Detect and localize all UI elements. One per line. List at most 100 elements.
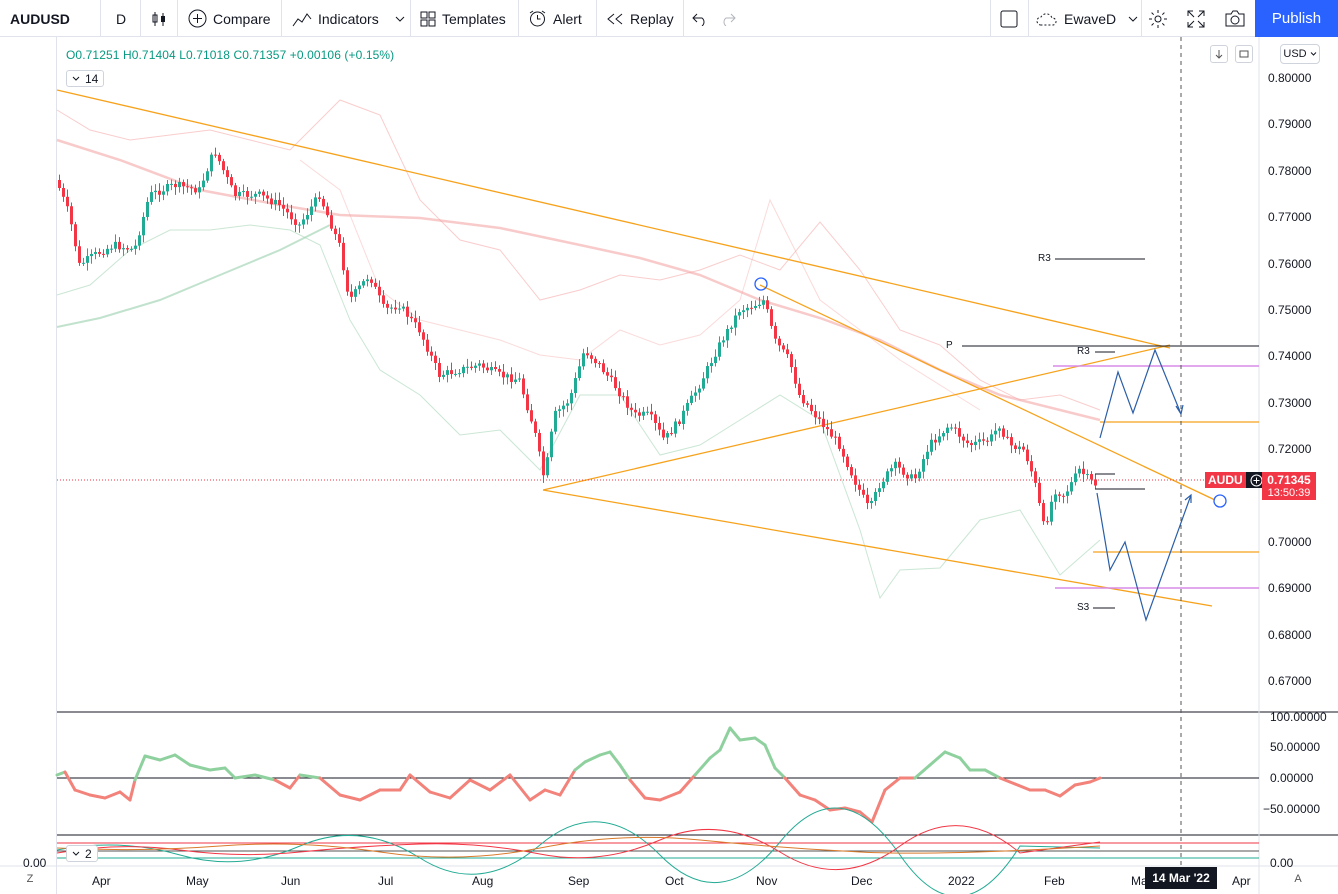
refresh-icon [1239,50,1249,58]
candle-body [446,370,449,375]
pivot-marker-target [1213,494,1227,508]
price-tick: 0.78000 [1268,163,1312,178]
candle-body [226,170,229,178]
osc-tick: −50.00000 [1263,802,1321,816]
candle-body [838,436,841,449]
candle-body [702,378,705,389]
candle-body [238,191,241,196]
oscillator-segment [543,788,562,797]
oscillator-segment [398,773,412,792]
candle-body [882,481,885,489]
candle-body [734,315,737,328]
candle-body [642,411,645,416]
candle-body [538,432,541,452]
scroll-down-button[interactable] [1210,45,1228,63]
candle-body [470,366,473,368]
candle-body [1018,446,1021,450]
oscillator-segment [63,770,77,792]
candle-body [1030,461,1033,472]
candle-body [666,433,669,438]
candle-body [878,488,881,492]
oscillator-segment [708,748,722,760]
candle-body [414,318,417,323]
candle-body [166,183,169,192]
candle-body [806,403,809,405]
candle-body [1066,491,1069,496]
wave-projection-up [1099,348,1184,439]
candle-body [158,190,161,195]
currency-select[interactable]: USD [1280,44,1320,64]
candle-body [234,185,237,196]
candle-body [326,206,329,216]
oscillator-segment [718,726,732,752]
indicator2-legend-toggle[interactable]: 2 [66,845,98,862]
oscillator-segment [1013,782,1032,792]
chevron-down-icon [1310,52,1316,56]
oscillator-segment [208,766,227,772]
oscillator-segment [998,776,1017,786]
osc2-tick: 0.00 [1270,856,1294,870]
candle-body [242,191,245,193]
plus-circle-icon[interactable] [1250,474,1263,487]
reset-scale-button[interactable] [1235,45,1253,63]
crosshair-date-label: 14 Mar '22 [1145,867,1217,889]
candle-body [874,491,877,502]
indicator-legend-toggle[interactable]: 14 [66,70,105,87]
candle-body [462,366,465,374]
candle-body [378,286,381,296]
last-price-badge: 0.71345 13:50:39 [1262,472,1316,500]
candle-body [258,191,261,194]
candle-body [230,177,233,186]
oscillator-segment [870,788,887,824]
pivot-label-s3: S3 [1077,602,1090,613]
candle-body [766,300,769,310]
oscillator-segment [753,736,767,747]
candle-body [758,304,761,306]
candle-body [422,332,425,340]
candle-body [370,279,373,283]
candle-body [754,305,757,309]
oscillator-segment [428,790,452,800]
candle-body [638,412,641,416]
candle-body [726,328,729,341]
oscillator-segment [858,810,874,824]
candle-body [506,374,509,378]
time-tick: Feb [1044,874,1065,888]
oscillator-segment [528,788,547,802]
candle-body [490,367,493,371]
candle-body [770,309,773,326]
candle-body [454,373,457,375]
candle-body [934,439,937,443]
channel-top [759,284,1216,501]
candle-body [718,342,721,357]
last-price: 0.71345 [1267,473,1311,487]
oscillator-segment [738,736,757,742]
candle-body [306,215,309,220]
candle-body [334,228,337,235]
candle-body [590,355,593,359]
oscillator-segment [488,773,512,792]
auto-scale-button[interactable]: A [1288,869,1308,889]
oscillator-segment [223,766,237,780]
oscillator-segment [508,773,532,802]
oscillator-segment [468,778,492,792]
candle-body [106,248,109,255]
price-chart[interactable] [0,0,1338,894]
candle-body [410,316,413,319]
price-label-symbol: AUDU [1205,472,1246,488]
candle-body [810,404,813,412]
price-tick: 0.79000 [1268,117,1312,132]
oscillator-segment [448,778,472,800]
candle-body [138,235,141,246]
price-tick: 0.74000 [1268,349,1312,364]
candle-body [690,395,693,403]
candle-body [350,291,353,297]
candle-body [510,374,513,382]
candle-body [94,252,97,254]
candle-body [466,366,469,368]
candle-body [994,430,997,435]
oscillator-segment [288,773,302,790]
candle-body [722,340,725,343]
candle-body [322,198,325,207]
zoom-reset-button[interactable]: Z [20,869,40,889]
